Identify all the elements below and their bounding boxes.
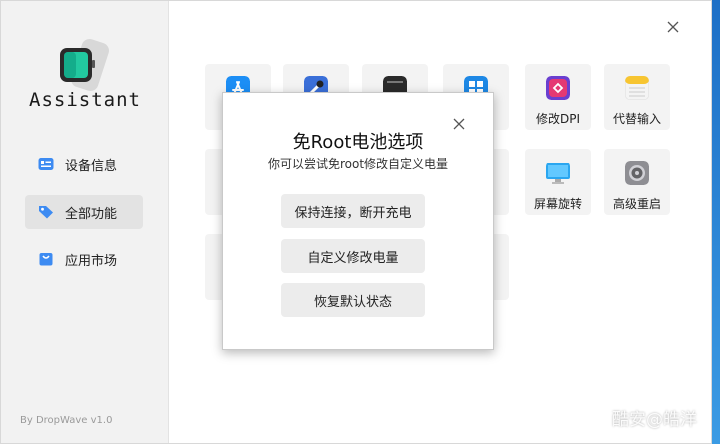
smartwatch-logo-icon [60,38,109,92]
sidebar-item-label: 应用市场 [65,253,118,269]
sidebar: Assistant 设备信息 全部功能 应用市场 By DropWave v1.… [1,1,169,443]
feature-tile-rotate[interactable]: 屏幕旋转 [525,149,591,215]
feature-tile-label: 高级重启 [612,197,661,211]
feature-tile-label: 代替输入 [612,112,661,126]
app-name: Assistant [29,89,141,111]
feature-tile-dpi[interactable]: 修改DPI [525,64,591,130]
notes-icon [625,76,649,100]
restore-default-button[interactable]: 恢复默认状态 [281,283,425,317]
battery-options-dialog: 免Root电池选项 你可以尝试免root修改自定义电量 保持连接，断开充电 自定… [222,92,494,350]
dpi-icon [546,76,570,100]
app-window: Assistant 设备信息 全部功能 应用市场 By DropWave v1.… [0,0,712,444]
close-icon[interactable] [665,19,681,35]
keep-connection-stop-charging-button[interactable]: 保持连接，断开充电 [281,194,425,228]
custom-battery-level-button[interactable]: 自定义修改电量 [281,239,425,273]
watermark: 酷安@皓洋 [612,410,697,430]
feature-tile-reboot[interactable]: 高级重启 [604,149,670,215]
device-info-icon [38,158,54,170]
monitor-icon [546,163,570,184]
settings-gear-icon [625,161,649,185]
feature-tile-label: 修改DPI [535,112,581,126]
dialog-title: 免Root电池选项 [292,132,424,153]
sidebar-item-app-market[interactable]: 应用市场 [25,242,143,276]
tag-icon [39,206,53,219]
dialog-subtitle: 你可以尝试免root修改自定义电量 [267,157,449,171]
feature-tile-input[interactable]: 代替输入 [604,64,670,130]
sidebar-item-all-features[interactable]: 全部功能 [25,195,143,229]
version-footer: By DropWave v1.0 [20,415,113,426]
feature-tile-label: 屏幕旋转 [533,197,582,211]
sidebar-item-label: 设备信息 [65,158,118,174]
close-icon[interactable] [452,117,466,131]
sidebar-item-label: 全部功能 [65,206,118,222]
shopping-bag-icon [39,253,53,266]
sidebar-item-device-info[interactable]: 设备信息 [25,147,143,181]
